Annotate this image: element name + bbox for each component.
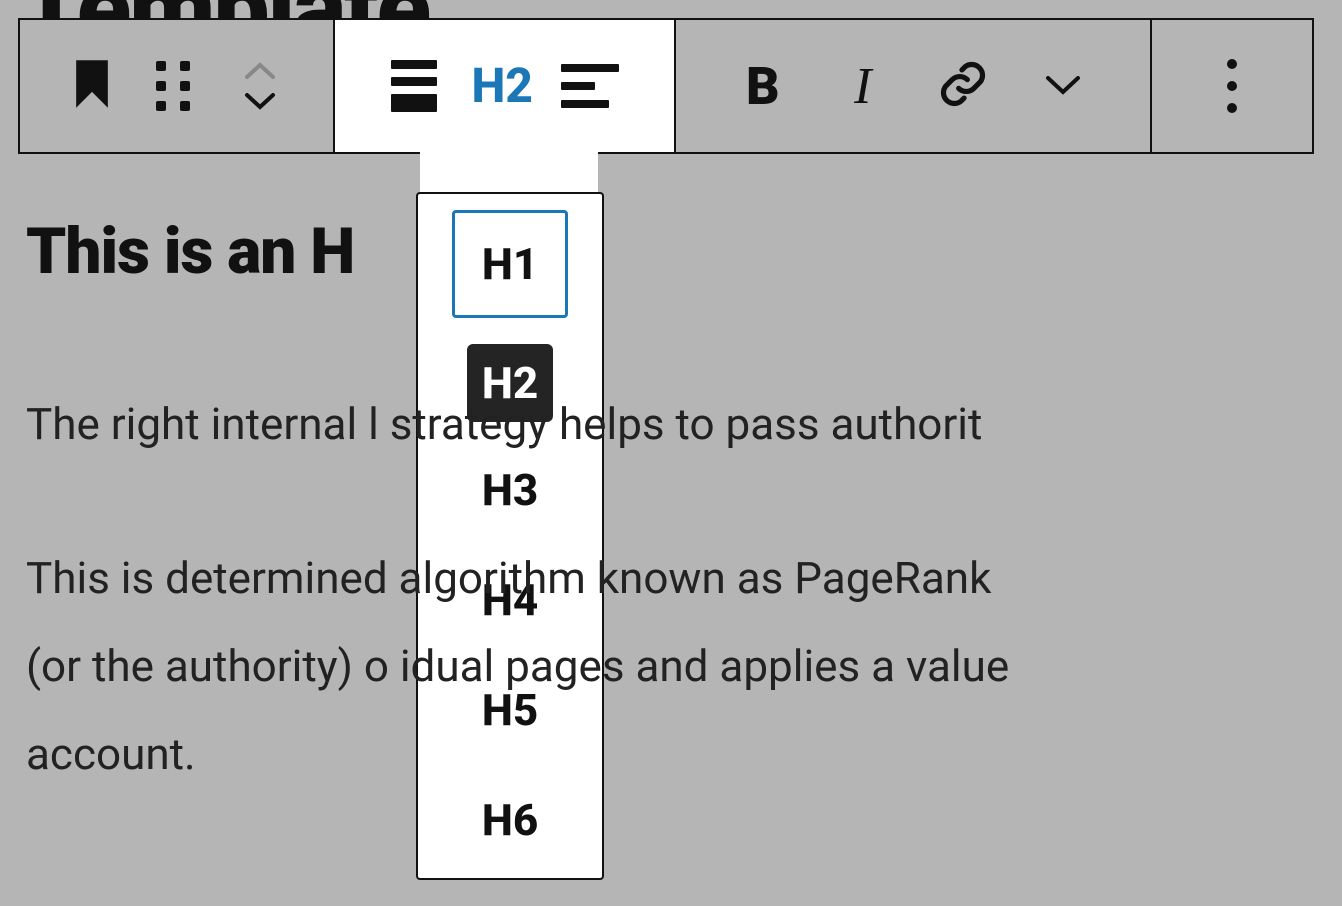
link-button[interactable] (935, 58, 991, 114)
bold-button[interactable]: B (735, 58, 791, 114)
popover-connector (420, 152, 598, 192)
block-toolbar: H2 B I (18, 18, 1314, 154)
toolbar-group-format: B I (676, 20, 1152, 152)
link-icon (937, 58, 989, 114)
editor-paragraph-1[interactable]: The right internal l strategy helps to p… (26, 396, 1342, 453)
chevron-up-icon (243, 61, 277, 81)
toolbar-group-block (20, 20, 335, 152)
align-left-icon (561, 64, 619, 108)
more-format-button[interactable] (1035, 58, 1091, 114)
text-align-button[interactable] (562, 58, 618, 114)
toolbar-group-more (1152, 20, 1312, 152)
editor-heading-block[interactable]: This is an H (26, 214, 354, 289)
heading-option-h1[interactable]: H1 (452, 210, 568, 318)
chevron-down-icon (1044, 72, 1082, 100)
heading-level-button[interactable]: H2 (474, 58, 530, 114)
bookmark-icon (73, 60, 111, 112)
transform-button[interactable] (386, 58, 442, 114)
block-type-button[interactable] (64, 58, 120, 114)
drag-handle[interactable] (148, 58, 204, 114)
drag-icon (156, 61, 196, 111)
more-vertical-icon (1227, 59, 1237, 113)
heading-option-h3[interactable]: H3 (460, 448, 560, 532)
toolbar-group-heading: H2 (335, 20, 676, 152)
move-updown-button[interactable] (232, 58, 288, 114)
chevron-down-icon (243, 91, 277, 111)
editor-paragraph-2[interactable]: This is determined algorithm known as Pa… (26, 534, 1342, 798)
italic-button[interactable]: I (835, 58, 891, 114)
paragraph-icon (391, 60, 437, 112)
options-button[interactable] (1204, 58, 1260, 114)
